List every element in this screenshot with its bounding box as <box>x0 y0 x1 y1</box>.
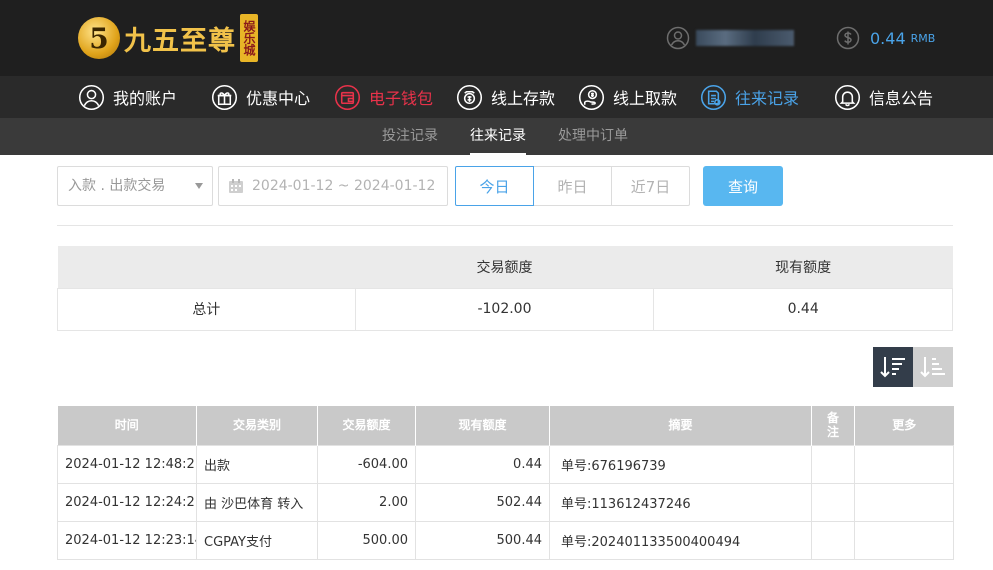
brand-logo[interactable]: 5 九五至尊 娱乐城 <box>78 12 258 64</box>
summary-table: 交易额度 现有额度 总计 -102.00 0.44 <box>57 246 953 331</box>
bell-icon <box>834 84 861 110</box>
yesterday-button[interactable]: 昨日 <box>533 166 612 206</box>
cell-amount: 2.00 <box>317 482 416 522</box>
nav-item-e-wallet[interactable]: 电子钱包 <box>334 76 433 118</box>
logo-mark: 5 <box>78 17 120 59</box>
transaction-type-select[interactable]: 入款 . 出款交易 <box>57 166 213 206</box>
sub-nav: 投注记录 往来记录 处理中订单 <box>0 118 993 155</box>
dollar-coin-icon <box>836 26 860 50</box>
cell-more[interactable] <box>854 520 954 560</box>
deposit-icon <box>456 84 483 110</box>
date-range-value: 2024-01-12 ~ 2024-01-12 <box>252 178 436 194</box>
nav-label: 线上取款 <box>613 89 678 108</box>
summary-total-amount: -102.00 <box>354 287 655 331</box>
nav-item-my-account[interactable]: 我的账户 <box>78 76 177 118</box>
cell-summary: 单号:676196739 <box>549 444 812 484</box>
sort-descending-icon <box>880 357 905 378</box>
summary-header-amount: 交易额度 <box>355 246 654 288</box>
last-7-days-button[interactable]: 近7日 <box>611 166 690 206</box>
calendar-icon <box>229 179 243 193</box>
nav-label: 线上存款 <box>491 89 556 108</box>
cell-balance: 0.44 <box>415 444 550 484</box>
balance-display: 0.44 RMB <box>836 26 935 50</box>
table-row: 2024-01-12 12:24:21 由 沙巴体育 转入 2.00 502.4… <box>57 482 954 522</box>
date-range-input[interactable]: 2024-01-12 ~ 2024-01-12 <box>218 166 448 206</box>
nav-label: 往来记录 <box>735 89 800 108</box>
cell-category: 由 沙巴体育 转入 <box>196 482 318 522</box>
masked-username <box>696 30 794 46</box>
user-icon <box>666 26 690 50</box>
top-header: 5 九五至尊 娱乐城 0.44 RMB <box>0 0 993 76</box>
sort-controls <box>873 347 953 387</box>
gift-icon <box>211 84 238 110</box>
col-header-time[interactable]: 时间 <box>57 406 197 445</box>
logo-text: 九五至尊 <box>124 25 236 57</box>
summary-header-balance: 现有额度 <box>653 246 953 288</box>
col-header-note[interactable]: 备注 <box>811 406 855 445</box>
quick-date-group: 今日 昨日 近7日 <box>455 166 693 206</box>
user-info[interactable] <box>666 26 794 50</box>
cell-more[interactable] <box>854 444 954 484</box>
cell-summary: 单号:202401133500400494 <box>549 520 812 560</box>
summary-total-label: 总计 <box>57 287 356 331</box>
today-button[interactable]: 今日 <box>455 166 534 206</box>
sort-desc-button[interactable] <box>873 347 913 387</box>
select-value: 入款 . 出款交易 <box>68 178 166 194</box>
cell-note <box>811 444 855 484</box>
cell-balance: 500.44 <box>415 520 550 560</box>
col-header-category[interactable]: 交易类别 <box>196 406 318 445</box>
records-icon <box>700 84 727 110</box>
logo-badge: 娱乐城 <box>240 14 258 62</box>
records-table: 时间 交易类别 交易额度 现有额度 摘要 备注 更多 2024-01-12 12… <box>57 406 954 560</box>
cell-time: 2024-01-12 12:23:14 <box>57 520 197 560</box>
summary-header-blank <box>57 246 356 288</box>
cell-time: 2024-01-12 12:24:21 <box>57 482 197 522</box>
tab-pending-orders[interactable]: 处理中订单 <box>558 118 628 155</box>
query-button[interactable]: 查询 <box>703 166 783 206</box>
cell-time: 2024-01-12 12:48:21 <box>57 444 197 484</box>
cell-more[interactable] <box>854 482 954 522</box>
cell-note <box>811 482 855 522</box>
tab-bet-records[interactable]: 投注记录 <box>382 118 438 155</box>
summary-current-balance: 0.44 <box>653 287 953 331</box>
col-header-amount[interactable]: 交易额度 <box>317 406 416 445</box>
nav-label: 电子钱包 <box>369 89 434 108</box>
nav-label: 信息公告 <box>869 89 934 108</box>
nav-item-announcements[interactable]: 信息公告 <box>834 76 933 118</box>
caret-down-icon <box>195 183 203 189</box>
nav-item-online-deposit[interactable]: 线上存款 <box>456 76 555 118</box>
nav-item-transaction-records[interactable]: 往来记录 <box>700 76 799 118</box>
cell-amount: 500.00 <box>317 520 416 560</box>
balance-value: 0.44 <box>870 28 906 48</box>
sort-asc-button[interactable] <box>913 347 953 387</box>
wallet-icon <box>334 84 361 110</box>
nav-item-promotions[interactable]: 优惠中心 <box>211 76 310 118</box>
nav-item-online-withdraw[interactable]: 线上取款 <box>578 76 677 118</box>
cell-summary: 单号:113612437246 <box>549 482 812 522</box>
cell-category: 出款 <box>196 444 318 484</box>
col-header-more[interactable]: 更多 <box>854 406 954 445</box>
tab-transaction-records[interactable]: 往来记录 <box>470 118 526 155</box>
cell-category: CGPAY支付 <box>196 520 318 560</box>
cell-note <box>811 520 855 560</box>
main-nav: 我的账户 优惠中心 电子钱包 线上存款 线上取款 往来记录 信息公告 <box>0 76 993 118</box>
nav-label: 我的账户 <box>113 89 178 108</box>
col-header-summary[interactable]: 摘要 <box>549 406 812 445</box>
cell-amount: -604.00 <box>317 444 416 484</box>
withdraw-icon <box>578 84 605 110</box>
balance-currency: RMB <box>910 31 936 45</box>
table-row: 2024-01-12 12:23:14 CGPAY支付 500.00 500.4… <box>57 520 954 560</box>
summary-row: 总计 -102.00 0.44 <box>57 287 953 331</box>
divider <box>57 225 953 226</box>
table-row: 2024-01-12 12:48:21 出款 -604.00 0.44 单号:6… <box>57 444 954 484</box>
sort-ascending-icon <box>920 357 945 378</box>
cell-balance: 502.44 <box>415 482 550 522</box>
nav-label: 优惠中心 <box>246 89 311 108</box>
col-header-balance[interactable]: 现有额度 <box>415 406 550 445</box>
user-icon <box>78 84 105 110</box>
